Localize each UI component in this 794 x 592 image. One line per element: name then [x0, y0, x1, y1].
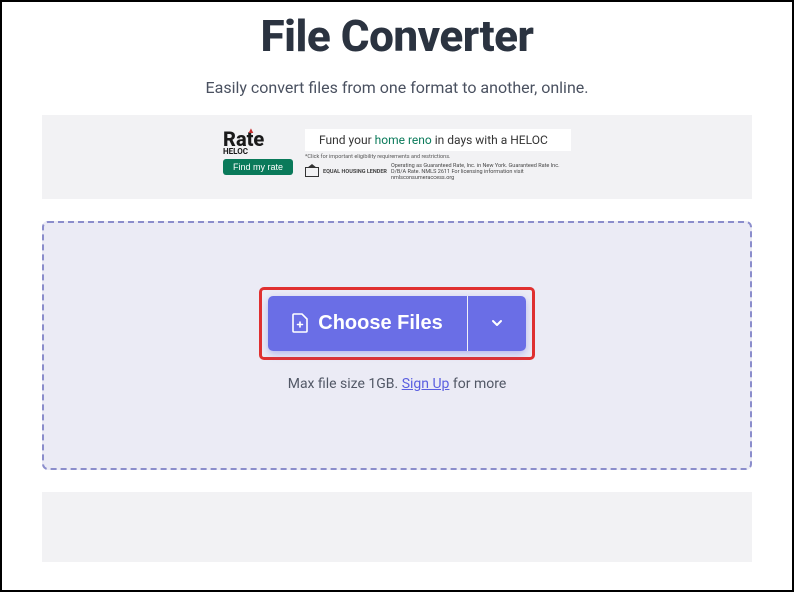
ad-cta-button[interactable]: Find my rate — [223, 159, 293, 175]
ad-headline: Fund your home reno in days with a HELOC — [305, 129, 571, 151]
bottom-ad-block — [42, 492, 752, 562]
ad-disclaimer-1: *Click for important eligibility require… — [305, 154, 540, 161]
choose-files-label: Choose Files — [318, 312, 442, 335]
file-add-icon — [292, 313, 308, 333]
ad-banner: Rate HELOC Find my rate Fund your home r… — [42, 115, 752, 199]
page-title: File Converter — [261, 10, 534, 62]
max-suffix: for more — [449, 376, 506, 392]
chevron-down-icon — [490, 316, 504, 330]
max-prefix: Max file size 1GB. — [288, 376, 402, 392]
equal-housing-icon — [305, 167, 319, 177]
ad-headline-highlight: home reno — [375, 133, 432, 147]
highlighted-button-group: Choose Files — [259, 287, 534, 360]
ad-logo-block: Rate HELOC Find my rate — [223, 129, 293, 175]
ad-headline-suffix: in days with a HELOC — [432, 133, 548, 147]
ad-lender-text: Operating as Guaranteed Rate, Inc. in Ne… — [391, 163, 571, 181]
dropzone[interactable]: Choose Files Max file size 1GB. Sign Up … — [42, 221, 752, 470]
choose-files-button[interactable]: Choose Files — [268, 296, 466, 351]
choose-files-dropdown-button[interactable] — [468, 296, 526, 351]
ad-lender-label: EQUAL HOUSING LENDER — [323, 169, 387, 175]
page-subtitle: Easily convert files from one format to … — [206, 78, 589, 97]
file-size-info: Max file size 1GB. Sign Up for more — [288, 376, 507, 392]
sign-up-link[interactable]: Sign Up — [402, 376, 450, 392]
ad-logo-text: Rate — [223, 129, 264, 149]
ad-headline-prefix: Fund your — [319, 133, 375, 147]
